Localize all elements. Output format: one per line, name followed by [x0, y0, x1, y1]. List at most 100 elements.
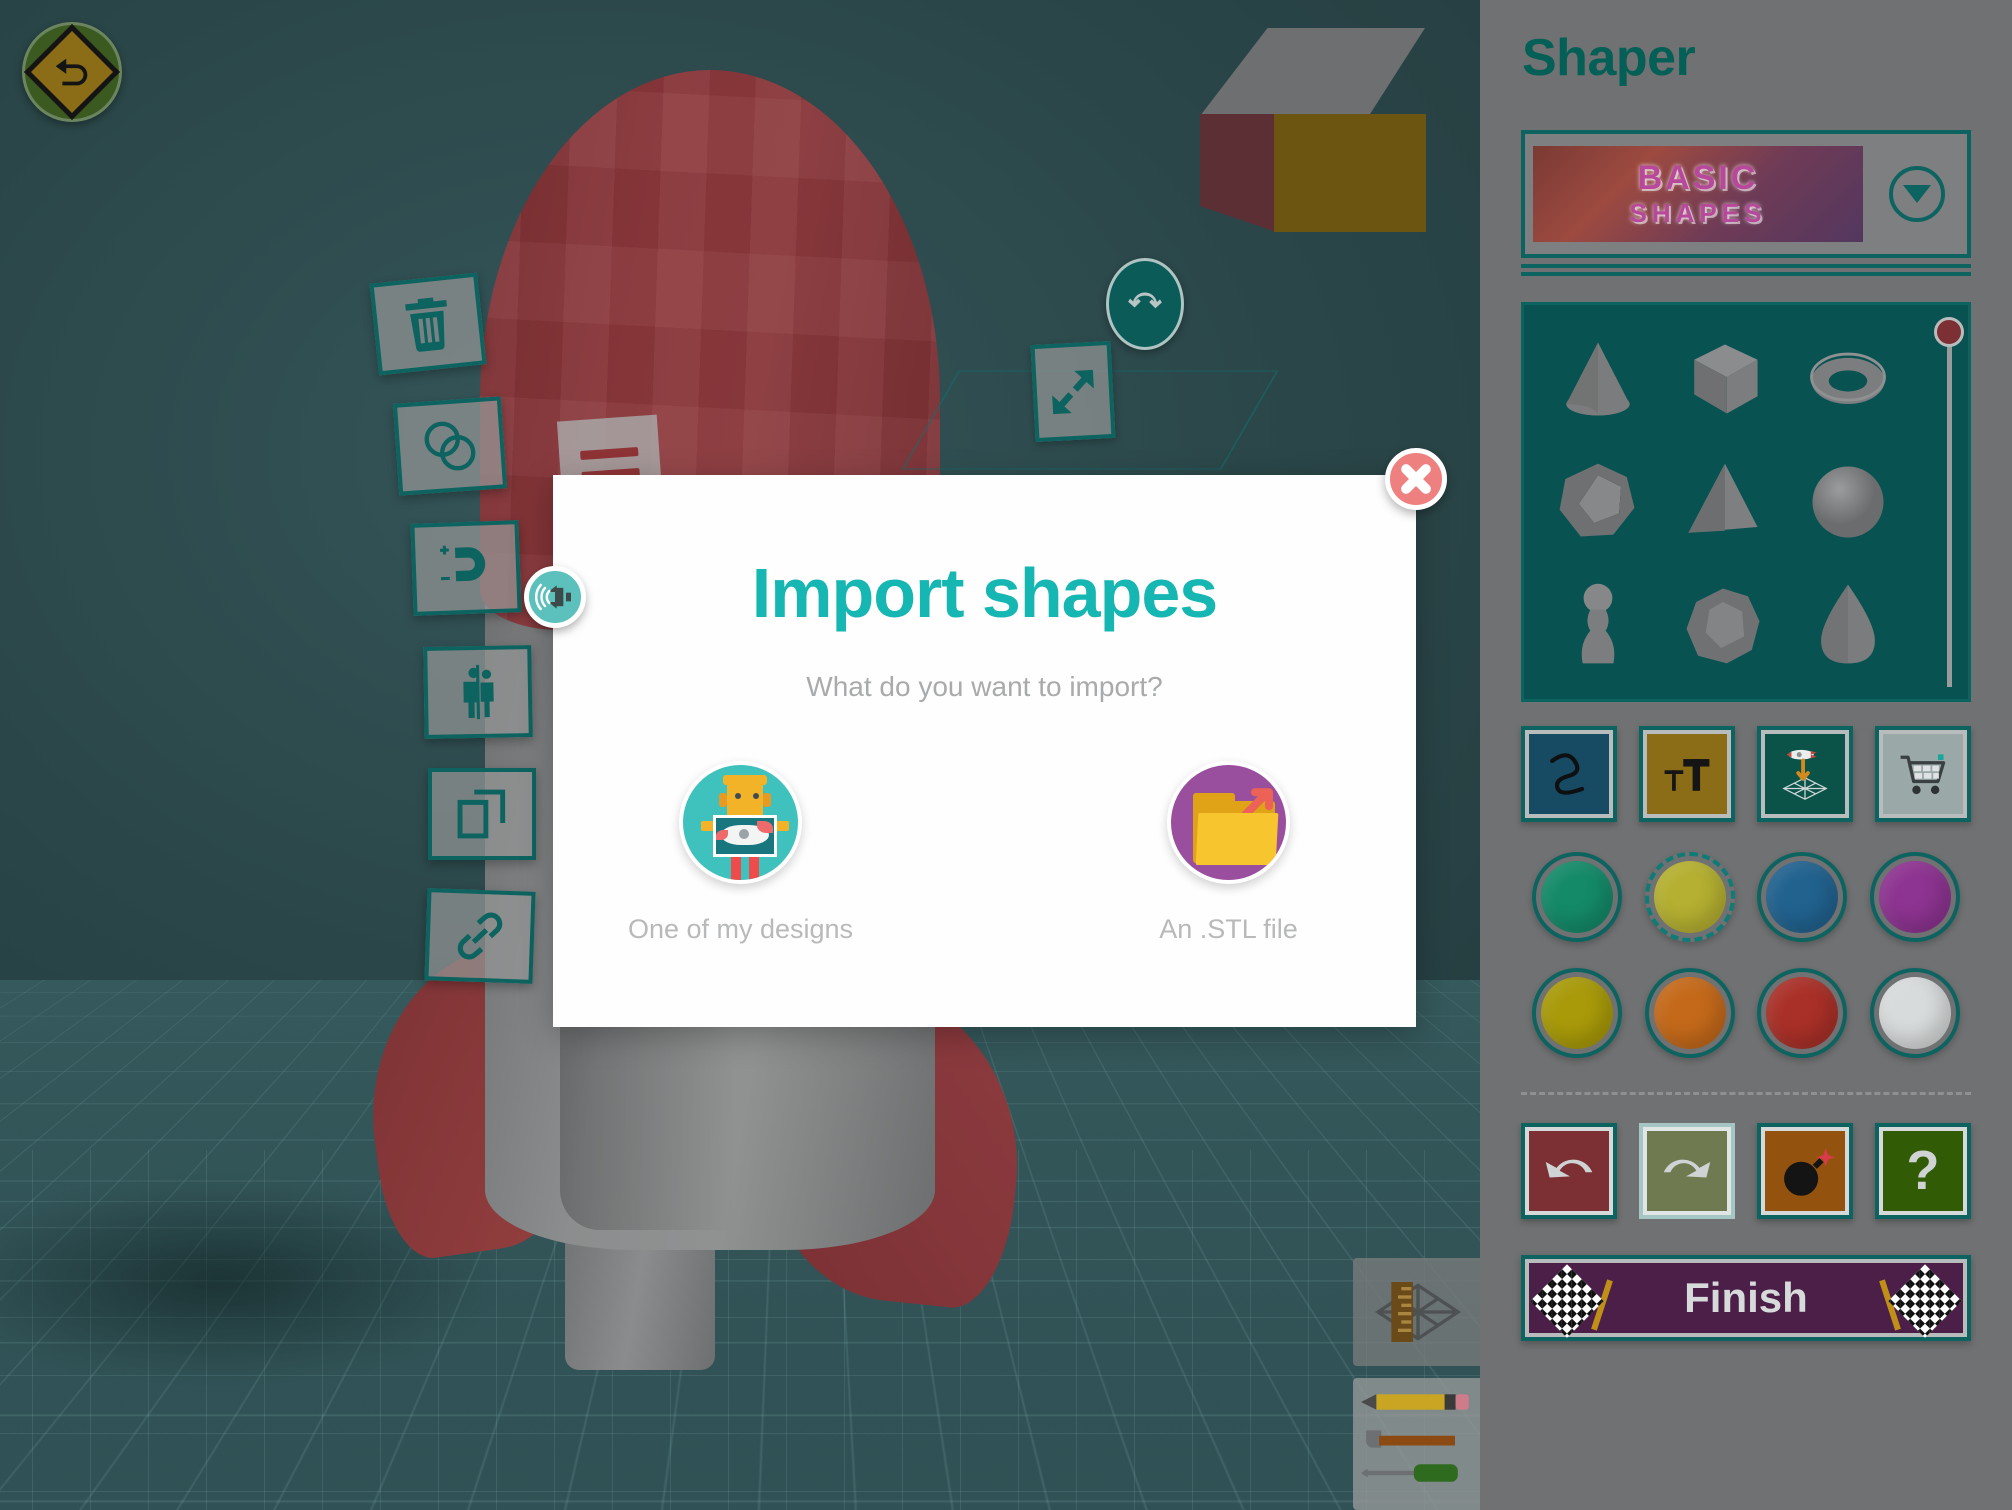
shape-sphere[interactable] [1787, 442, 1908, 561]
robot-designs-icon [679, 761, 802, 884]
shape-torus[interactable] [1787, 319, 1908, 438]
color-swatch-white[interactable] [1869, 968, 1960, 1058]
shape-polyhedron[interactable] [1538, 442, 1659, 561]
drop-rocket-icon [1782, 749, 1828, 800]
color-palette [1521, 852, 1971, 1058]
bomb-icon [1784, 1148, 1835, 1196]
folder-upload-icon [1167, 761, 1290, 884]
link-tool[interactable] [424, 888, 536, 984]
import-option-label: An .STL file [1159, 914, 1298, 944]
color-swatch-red[interactable] [1757, 968, 1848, 1058]
shape-cone[interactable] [1538, 319, 1659, 438]
shapes-grid[interactable] [1521, 302, 1971, 702]
shape-teardrop[interactable] [1787, 566, 1908, 685]
delete-tool[interactable] [369, 272, 487, 376]
sound-toggle[interactable] [524, 566, 586, 628]
undo-arrow-icon [1545, 1159, 1593, 1178]
color-swatch-yellow-olive[interactable] [1644, 852, 1735, 942]
redo-arrow-icon [1663, 1159, 1711, 1178]
checkered-flag-icon [1530, 1264, 1627, 1338]
rotate-arrow-icon [1128, 292, 1162, 309]
svg-text:?: ? [1906, 1141, 1939, 1201]
object-toolbar[interactable] [368, 272, 548, 1038]
shape-pawn[interactable] [1538, 566, 1659, 685]
magnet-icon [439, 545, 486, 582]
cone-shape-icon [1566, 342, 1631, 416]
magnet-tool[interactable] [410, 520, 522, 616]
diagonal-resize-icon [1052, 369, 1094, 414]
back-button[interactable] [22, 22, 122, 122]
tile-text[interactable] [1639, 726, 1735, 822]
hammer-icon [1366, 1430, 1455, 1448]
u-turn-arrow-icon [55, 58, 88, 86]
color-swatch-purple[interactable] [1869, 852, 1960, 942]
align-bar [580, 447, 639, 461]
tool-tiles [1521, 726, 1971, 822]
sidebar-title: Shaper [1522, 29, 1696, 87]
category-thumbnail: BASIC SHAPES [1533, 146, 1863, 242]
duplicate-tool[interactable] [428, 768, 536, 860]
scrollbar-knob[interactable] [1934, 317, 1964, 347]
category-line1: BASIC [1637, 159, 1759, 197]
shape-rock[interactable] [1663, 566, 1784, 685]
finish-label: Finish [1684, 1274, 1808, 1321]
import-option-my-designs[interactable]: One of my designs [626, 761, 856, 945]
trash-icon [405, 297, 447, 352]
shape-box[interactable] [1663, 319, 1784, 438]
close-icon [1401, 464, 1431, 494]
pencil-icon [1361, 1394, 1469, 1410]
import-option-label: One of my designs [627, 914, 854, 944]
category-dropdown-button[interactable] [1889, 166, 1945, 222]
mirror-tool[interactable] [423, 645, 533, 739]
chain-link-icon [457, 912, 503, 960]
import-shapes-modal: Import shapes What do you want to import… [553, 475, 1416, 1027]
category-selector[interactable]: BASIC SHAPES [1521, 130, 1971, 258]
explode-button[interactable] [1757, 1123, 1853, 1219]
rotate-gizmo[interactable] [1106, 258, 1184, 350]
redo-button[interactable] [1639, 1123, 1735, 1219]
group-tool[interactable] [392, 396, 508, 496]
tile-scribble[interactable] [1521, 726, 1617, 822]
import-options: One of my designs An .STL file [553, 761, 1416, 945]
color-swatch-orange[interactable] [1644, 968, 1735, 1058]
speaker-sound-icon [535, 583, 571, 611]
help-button[interactable]: ? [1875, 1123, 1971, 1219]
tile-drop-to-grid[interactable] [1757, 726, 1853, 822]
box-shape-icon [1694, 344, 1758, 414]
import-option-stl-file[interactable]: An .STL file [1114, 761, 1344, 945]
ruler-grid-icon [1374, 1282, 1462, 1342]
cube-object[interactable] [1200, 28, 1426, 232]
sphere-shape-icon [1812, 466, 1884, 538]
modal-title: Import shapes [751, 554, 1218, 632]
hammer-tool[interactable] [1361, 1426, 1475, 1452]
sidebar-divider [1521, 1092, 1971, 1095]
resize-gizmo[interactable] [1030, 340, 1116, 443]
duplicate-squares-icon [457, 789, 506, 839]
squiggle-icon [1550, 753, 1585, 795]
color-swatch-green[interactable] [1532, 852, 1623, 942]
category-rail [1521, 264, 1971, 276]
scrollbar-track [1947, 335, 1952, 687]
checkered-flag-icon [1865, 1264, 1962, 1338]
polyhedron-shape-icon [1559, 463, 1635, 537]
modal-subtitle: What do you want to import? [806, 671, 1163, 702]
torus-shape-icon [1809, 352, 1886, 404]
action-buttons: ? [1521, 1123, 1971, 1219]
color-swatch-gold[interactable] [1532, 968, 1623, 1058]
finish-button[interactable]: Finish [1521, 1255, 1971, 1341]
color-swatch-blue[interactable] [1757, 852, 1848, 942]
grid-panel[interactable] [1353, 1258, 1480, 1366]
undo-button[interactable] [1521, 1123, 1617, 1219]
close-modal-button[interactable] [1385, 448, 1447, 510]
text-tt-icon [1664, 759, 1710, 791]
teardrop-shape-icon [1820, 585, 1875, 664]
tools-panel[interactable] [1353, 1378, 1480, 1510]
pencil-tool[interactable] [1361, 1390, 1475, 1416]
shopping-cart-icon [1900, 754, 1946, 795]
screwdriver-tool[interactable] [1361, 1462, 1475, 1488]
shape-pyramid[interactable] [1663, 442, 1784, 561]
shapes-scrollbar[interactable] [1934, 317, 1964, 687]
pawn-shape-icon [1582, 584, 1615, 664]
category-line2: SHAPES [1629, 198, 1767, 228]
tile-store[interactable] [1875, 726, 1971, 822]
